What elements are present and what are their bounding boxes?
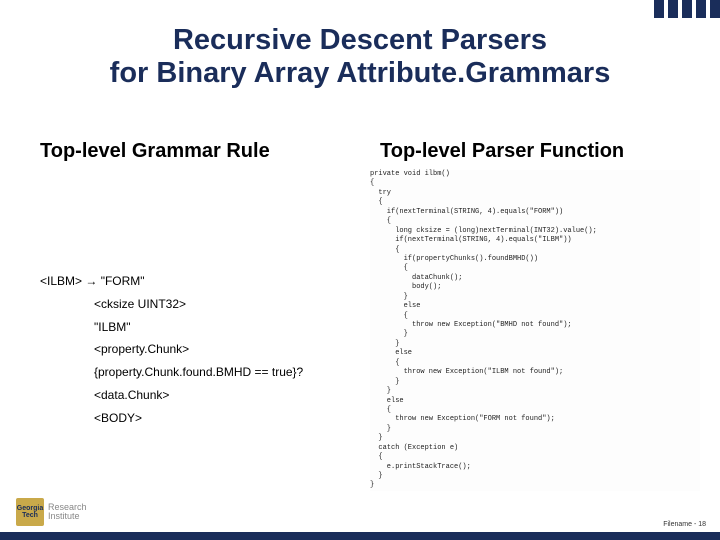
grammar-rule-block: <ILBM> → "FORM" <cksize UINT32> "ILBM" <…	[40, 270, 303, 430]
slide-title: Recursive Descent Parsers for Binary Arr…	[0, 24, 720, 91]
grammar-line-2: <cksize UINT32>	[94, 293, 303, 316]
grammar-line-3: "ILBM"	[94, 316, 303, 339]
decorative-top-bars	[650, 0, 720, 18]
title-line-2: for Binary Array Attribute.Grammars	[110, 57, 611, 89]
grammar-line-5: {property.Chunk.found.BMHD == true}?	[94, 361, 303, 384]
grammar-line-1: <ILBM> → "FORM"	[40, 270, 303, 293]
logo-line-2: Tech	[22, 512, 38, 519]
georgia-tech-logo: Georgia Tech Research Institute	[16, 498, 87, 526]
logo-line-1: Georgia	[17, 505, 43, 512]
decorative-bottom-bar	[0, 532, 720, 540]
parser-code-block: private void ilbm() { try { if(nextTermi…	[370, 170, 700, 491]
left-section-heading: Top-level Grammar Rule	[40, 140, 270, 163]
grammar-line-6: <data.Chunk>	[94, 384, 303, 407]
logo-institute-text: Research Institute	[48, 503, 87, 521]
right-section-heading: Top-level Parser Function	[380, 140, 624, 163]
grammar-line-7: <BODY>	[94, 407, 303, 430]
title-line-1: Recursive Descent Parsers	[173, 24, 547, 56]
footer-page-label: Filename - 18	[663, 521, 706, 528]
grammar-line-4: <property.Chunk>	[94, 338, 303, 361]
logo-badge: Georgia Tech	[16, 498, 44, 526]
